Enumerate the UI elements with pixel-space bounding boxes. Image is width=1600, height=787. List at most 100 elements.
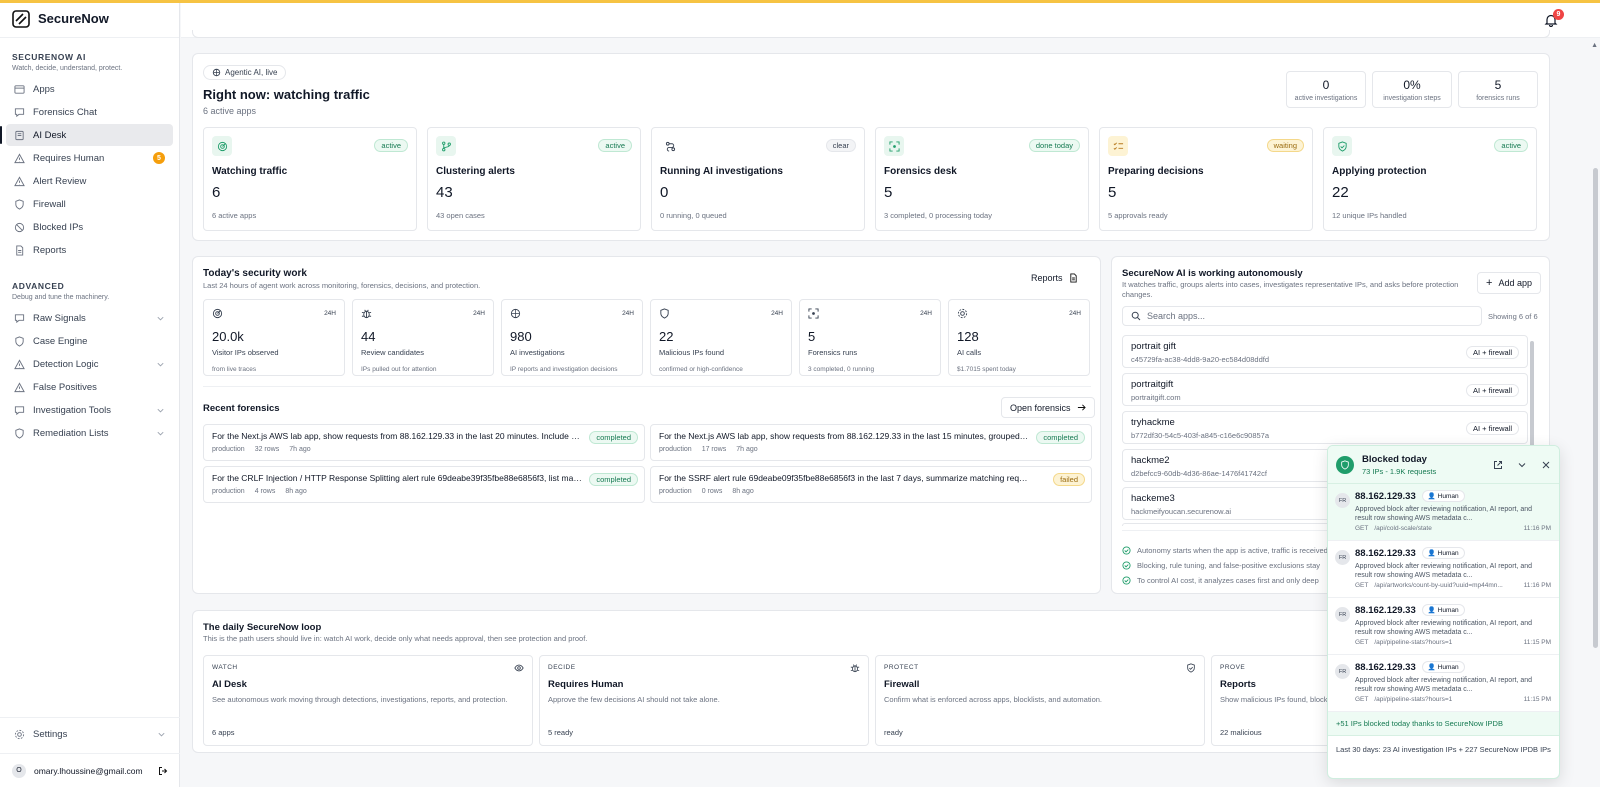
loop-card-foot: ready bbox=[884, 728, 903, 737]
human-badge: 👤 Human bbox=[1421, 604, 1465, 616]
brand[interactable]: SecureNow bbox=[0, 0, 179, 38]
forensics-item[interactable]: For the SSRF alert rule 69deabe09f35fbe8… bbox=[650, 466, 1092, 503]
sidebar-item-case-engine[interactable]: Case Engine bbox=[6, 330, 173, 352]
loop-card-decide[interactable]: DECIDE Requires Human Approve the few de… bbox=[539, 655, 869, 746]
add-app-button[interactable]: + Add app bbox=[1477, 272, 1541, 294]
sidebar-item-firewall[interactable]: Firewall bbox=[6, 193, 173, 215]
status-badge: active bbox=[374, 139, 408, 152]
status-badge: active bbox=[598, 139, 632, 152]
stage-clustering-alerts[interactable]: active Clustering alerts 43 43 open case… bbox=[427, 127, 641, 231]
blocked-item[interactable]: FR 88.162.129.33 👤 Human Approved block a… bbox=[1328, 598, 1559, 655]
sidebar-item-requires-human[interactable]: Requires Human 5 bbox=[6, 147, 173, 169]
forensics-item[interactable]: For the Next.js AWS lab app, show reques… bbox=[203, 424, 645, 461]
blocked-today-panel: Blocked today 73 IPs - 1.9K requests FR … bbox=[1327, 445, 1560, 779]
request-path: /api/artworks/count-by-uuid?uuid=mp44mn.… bbox=[1374, 582, 1503, 590]
period-label: 24H bbox=[920, 310, 932, 317]
stage-sub: 0 running, 0 queued bbox=[660, 211, 727, 220]
scrollbar-thumb[interactable] bbox=[1593, 168, 1598, 648]
loop-card-watch[interactable]: WATCH AI Desk See autonomous work moving… bbox=[203, 655, 533, 746]
status-badge: active bbox=[1494, 139, 1528, 152]
app-row[interactable]: portrait gift c45729fa-ac38-4dd8-9a20-ec… bbox=[1122, 335, 1528, 368]
sidebar-item-reports[interactable]: Reports bbox=[6, 239, 173, 261]
forensics-item[interactable]: For the Next.js AWS lab app, show reques… bbox=[650, 424, 1092, 461]
loop-card-foot: 5 ready bbox=[548, 728, 574, 737]
sidebar-item-alert-review[interactable]: Alert Review bbox=[6, 170, 173, 192]
stage-running-investigations[interactable]: clear Running AI investigations 0 0 runn… bbox=[651, 127, 865, 231]
forensics-age: 8h ago bbox=[732, 488, 754, 495]
loop-kicker: DECIDE bbox=[548, 664, 576, 671]
sidebar-item-label: Firewall bbox=[33, 198, 66, 210]
close-icon[interactable] bbox=[1541, 460, 1551, 470]
forensics-query: For the Next.js AWS lab app, show reques… bbox=[659, 431, 1029, 441]
sidebar-footer: Settings O omary.lhoussine@gmail.com bbox=[0, 717, 180, 787]
stat-label: investigation steps bbox=[1383, 95, 1441, 102]
brain-icon bbox=[510, 308, 521, 319]
stage-forensics-desk[interactable]: done today Forensics desk 5 3 completed,… bbox=[875, 127, 1089, 231]
app-tag: AI + firewall bbox=[1466, 422, 1519, 435]
stat-value: 0% bbox=[1403, 78, 1421, 92]
open-forensics-button[interactable]: Open forensics bbox=[1001, 397, 1095, 418]
chevron-down-icon[interactable] bbox=[1517, 460, 1527, 470]
metric-label: Forensics runs bbox=[808, 348, 858, 357]
sidebar-item-remediation-lists[interactable]: Remediation Lists bbox=[6, 422, 173, 444]
sidebar-item-raw-signals[interactable]: Raw Signals bbox=[6, 307, 173, 329]
blocked-item[interactable]: FR 88.162.129.33 👤 Human Approved block a… bbox=[1328, 484, 1559, 541]
status-badge: done today bbox=[1028, 139, 1080, 152]
forensics-age: 8h ago bbox=[285, 488, 307, 495]
app-row[interactable]: portraitgift portraitgift.com AI + firew… bbox=[1122, 373, 1528, 406]
sidebar-item-detection-logic[interactable]: Detection Logic bbox=[6, 353, 173, 375]
forensics-item[interactable]: For the CRLF Injection / HTTP Response S… bbox=[203, 466, 645, 503]
status-badge: waiting bbox=[1266, 139, 1304, 152]
user-account[interactable]: O omary.lhoussine@gmail.com bbox=[0, 753, 180, 787]
app-name: tryhackme bbox=[1131, 417, 1175, 428]
loop-card-protect[interactable]: PROTECT Firewall Confirm what is enforce… bbox=[875, 655, 1205, 746]
sidebar-item-investigation-tools[interactable]: Investigation Tools bbox=[6, 399, 173, 421]
scroll-up-arrow-icon[interactable]: ▲ bbox=[1591, 42, 1598, 49]
auto-subtitle: It watches traffic, groups alerts into c… bbox=[1122, 280, 1459, 299]
reports-button[interactable]: Reports bbox=[1031, 269, 1078, 287]
blocked-item[interactable]: FR 88.162.129.33 👤 Human Approved block a… bbox=[1328, 541, 1559, 598]
sidebar-item-apps[interactable]: Apps bbox=[6, 78, 173, 100]
stat-investigation-steps: 0% investigation steps bbox=[1372, 71, 1452, 108]
metric-value: 128 bbox=[957, 329, 979, 344]
stage-preparing-decisions[interactable]: waiting Preparing decisions 5 5 approval… bbox=[1099, 127, 1313, 231]
today-title: Today's security work bbox=[203, 268, 307, 279]
metric-review-candidates: 24H 44 Review candidates IPs pulled out … bbox=[352, 299, 494, 376]
alert-triangle-icon bbox=[14, 152, 25, 163]
search-apps[interactable]: Search apps... bbox=[1122, 306, 1482, 326]
app-row[interactable]: tryhackme b772df30-54c5-403f-a845-c16e6c… bbox=[1122, 411, 1528, 444]
note-text: Blocking, rule tuning, and false-positiv… bbox=[1137, 561, 1321, 570]
block-time: 11:15 PM bbox=[1523, 639, 1551, 647]
sidebar-item-ai-desk[interactable]: AI Desk bbox=[0, 124, 173, 146]
stat-label: forensics runs bbox=[1476, 95, 1520, 102]
live-activity-panel: Agentic AI, live Right now: watching tra… bbox=[192, 53, 1550, 241]
loop-kicker: WATCH bbox=[212, 664, 238, 671]
note-text: To control AI cost, it analyzes cases fi… bbox=[1137, 576, 1319, 585]
settings-section: Settings bbox=[0, 717, 180, 745]
page-scrollbar[interactable]: ▲ bbox=[1590, 38, 1600, 787]
thirty-day-summary: Last 30 days: 23 AI investigation IPs + … bbox=[1336, 745, 1551, 754]
stage-sub: 3 completed, 0 processing today bbox=[884, 211, 992, 220]
alert-triangle-icon bbox=[14, 381, 25, 392]
blocked-item[interactable]: FR 88.162.129.33 👤 Human Approved block a… bbox=[1328, 655, 1559, 712]
auto-title: SecureNow AI is working autonomously bbox=[1122, 268, 1303, 279]
window-icon bbox=[14, 84, 25, 94]
search-input[interactable]: Search apps... bbox=[1147, 311, 1205, 321]
status-badge: completed bbox=[589, 431, 638, 444]
note-text: Autonomy starts when the app is active, … bbox=[1137, 546, 1328, 555]
stage-watching-traffic[interactable]: active Watching traffic 6 6 active apps bbox=[203, 127, 417, 231]
metric-label: Review candidates bbox=[361, 348, 424, 357]
external-link-icon[interactable] bbox=[1493, 460, 1503, 470]
logout-icon[interactable] bbox=[158, 766, 168, 776]
chat-icon bbox=[14, 107, 25, 117]
sidebar-item-blocked-ips[interactable]: Blocked IPs bbox=[6, 216, 173, 238]
stage-sub: 12 unique IPs handled bbox=[1332, 211, 1407, 220]
stage-applying-protection[interactable]: active Applying protection 22 12 unique … bbox=[1323, 127, 1537, 231]
sidebar-item-false-positives[interactable]: False Positives bbox=[6, 376, 173, 398]
stat-value: 0 bbox=[1322, 78, 1330, 92]
sidebar-item-settings[interactable]: Settings bbox=[6, 723, 174, 745]
sidebar-item-label: Raw Signals bbox=[33, 312, 86, 324]
app-name: SecureNow bbox=[38, 11, 109, 26]
stat-forensics-runs: 5 forensics runs bbox=[1458, 71, 1538, 108]
sidebar-item-forensics-chat[interactable]: Forensics Chat bbox=[6, 101, 173, 123]
